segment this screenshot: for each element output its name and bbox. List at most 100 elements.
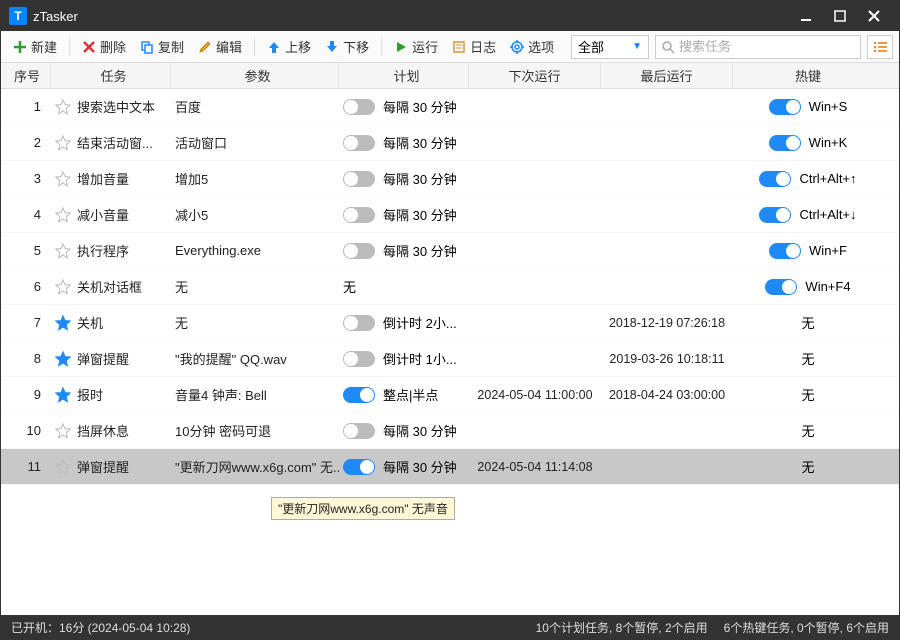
cell-index: 9 xyxy=(1,387,51,402)
cell-hotkey: Win+F4 xyxy=(733,279,883,295)
run-button[interactable]: 运行 xyxy=(388,34,444,59)
toggle-switch[interactable] xyxy=(769,99,801,115)
run-label: 运行 xyxy=(412,37,438,56)
cell-task: 结束活动窗... xyxy=(51,133,171,152)
plan-text: 倒计时 2小... xyxy=(383,313,457,332)
toggle-switch[interactable] xyxy=(759,171,791,187)
col-plan[interactable]: 计划 xyxy=(339,63,469,88)
cell-param: 百度 xyxy=(171,97,339,116)
col-param[interactable]: 参数 xyxy=(171,63,339,88)
task-name: 减小音量 xyxy=(77,205,171,224)
toggle-switch[interactable] xyxy=(343,459,375,475)
table-row[interactable]: 5执行程序Everything.exe每隔 30 分钟Win+F xyxy=(1,233,899,269)
task-name: 结束活动窗... xyxy=(77,133,171,152)
star-icon[interactable] xyxy=(55,99,71,115)
cell-index: 1 xyxy=(1,99,51,114)
new-label: 新建 xyxy=(31,37,57,56)
col-index[interactable]: 序号 xyxy=(1,63,51,88)
task-name: 执行程序 xyxy=(77,241,171,260)
toggle-switch[interactable] xyxy=(759,207,791,223)
cell-param: Everything.exe xyxy=(171,243,339,258)
options-label: 选项 xyxy=(528,37,554,56)
table-row[interactable]: 6关机对话框无无Win+F4 xyxy=(1,269,899,305)
star-icon[interactable] xyxy=(55,315,71,331)
hotkey-text: Ctrl+Alt+↓ xyxy=(799,207,856,222)
arrow-down-icon xyxy=(325,40,339,54)
toggle-switch[interactable] xyxy=(343,243,375,259)
copy-button[interactable]: 复制 xyxy=(134,34,190,59)
cell-task: 关机 xyxy=(51,313,171,332)
hotkey-text: 无 xyxy=(801,313,814,332)
maximize-button[interactable] xyxy=(823,1,857,31)
table-row[interactable]: 10挡屏休息10分钟 密码可退每隔 30 分钟无 xyxy=(1,413,899,449)
list-icon xyxy=(872,40,888,54)
table-row[interactable]: 9报时音量4 钟声: Bell整点|半点2024-05-04 11:00:002… xyxy=(1,377,899,413)
col-hotkey[interactable]: 热键 xyxy=(733,63,883,88)
log-icon xyxy=(452,40,466,54)
toggle-switch[interactable] xyxy=(343,423,375,439)
star-icon[interactable] xyxy=(55,135,71,151)
toggle-switch[interactable] xyxy=(343,207,375,223)
log-button[interactable]: 日志 xyxy=(446,34,502,59)
toggle-switch[interactable] xyxy=(343,99,375,115)
star-icon[interactable] xyxy=(55,459,71,475)
cell-plan: 倒计时 1小... xyxy=(339,349,469,368)
star-icon[interactable] xyxy=(55,243,71,259)
hotkey-text: Win+S xyxy=(809,99,848,114)
filter-dropdown[interactable]: 全部 ▼ xyxy=(571,35,649,59)
app-icon: T xyxy=(9,7,27,25)
col-next[interactable]: 下次运行 xyxy=(469,63,601,88)
cell-hotkey: Win+F xyxy=(733,243,883,259)
star-icon[interactable] xyxy=(55,351,71,367)
new-button[interactable]: 新建 xyxy=(7,34,63,59)
cell-param: 活动窗口 xyxy=(171,133,339,152)
options-button[interactable]: 选项 xyxy=(504,34,560,59)
toggle-switch[interactable] xyxy=(769,135,801,151)
hotkey-text: 无 xyxy=(801,421,814,440)
star-icon[interactable] xyxy=(55,207,71,223)
hotkey-text: Win+K xyxy=(809,135,848,150)
toggle-switch[interactable] xyxy=(343,171,375,187)
table-row[interactable]: 7关机无倒计时 2小...2018-12-19 07:26:18无 xyxy=(1,305,899,341)
cell-index: 2 xyxy=(1,135,51,150)
task-name: 增加音量 xyxy=(77,169,171,188)
plan-text: 整点|半点 xyxy=(383,385,438,404)
table-row[interactable]: 4减小音量减小5每隔 30 分钟Ctrl+Alt+↓ xyxy=(1,197,899,233)
col-last[interactable]: 最后运行 xyxy=(601,63,733,88)
task-name: 报时 xyxy=(77,385,171,404)
minimize-button[interactable] xyxy=(789,1,823,31)
search-input[interactable] xyxy=(679,39,855,54)
star-icon[interactable] xyxy=(55,423,71,439)
star-icon[interactable] xyxy=(55,279,71,295)
edit-button[interactable]: 编辑 xyxy=(192,34,248,59)
table-row[interactable]: 2结束活动窗...活动窗口每隔 30 分钟Win+K xyxy=(1,125,899,161)
toggle-switch[interactable] xyxy=(343,315,375,331)
table-row[interactable]: 1搜索选中文本百度每隔 30 分钟Win+S xyxy=(1,89,899,125)
table-row[interactable]: 3增加音量增加5每隔 30 分钟Ctrl+Alt+↑ xyxy=(1,161,899,197)
col-task[interactable]: 任务 xyxy=(51,63,171,88)
table-row[interactable]: 8弹窗提醒"我的提醒" QQ.wav倒计时 1小...2019-03-26 10… xyxy=(1,341,899,377)
moveup-button[interactable]: 上移 xyxy=(261,34,317,59)
toggle-switch[interactable] xyxy=(343,387,375,403)
star-icon[interactable] xyxy=(55,171,71,187)
plan-text: 无 xyxy=(343,277,356,296)
delete-button[interactable]: 删除 xyxy=(76,34,132,59)
cell-plan: 无 xyxy=(339,277,469,296)
plan-text: 每隔 30 分钟 xyxy=(383,241,457,260)
list-view-button[interactable] xyxy=(867,35,893,59)
cell-last: 2019-03-26 10:18:11 xyxy=(601,352,733,366)
close-button[interactable] xyxy=(857,1,891,31)
star-icon[interactable] xyxy=(55,387,71,403)
cell-index: 7 xyxy=(1,315,51,330)
toolbar: 新建 删除 复制 编辑 上移 下移 运行 日志 选项 全部 ▼ xyxy=(1,31,899,63)
cell-task: 弹窗提醒 xyxy=(51,349,171,368)
toggle-switch[interactable] xyxy=(769,243,801,259)
toggle-switch[interactable] xyxy=(343,135,375,151)
toggle-switch[interactable] xyxy=(343,351,375,367)
cell-last: 2018-04-24 03:00:00 xyxy=(601,388,733,402)
cell-next: 2024-05-04 11:00:00 xyxy=(469,388,601,402)
movedown-button[interactable]: 下移 xyxy=(319,34,375,59)
table-row[interactable]: 11弹窗提醒"更新刀网www.x6g.com" 无...每隔 30 分钟2024… xyxy=(1,449,899,485)
toggle-switch[interactable] xyxy=(765,279,797,295)
cell-param: 10分钟 密码可退 xyxy=(171,421,339,440)
